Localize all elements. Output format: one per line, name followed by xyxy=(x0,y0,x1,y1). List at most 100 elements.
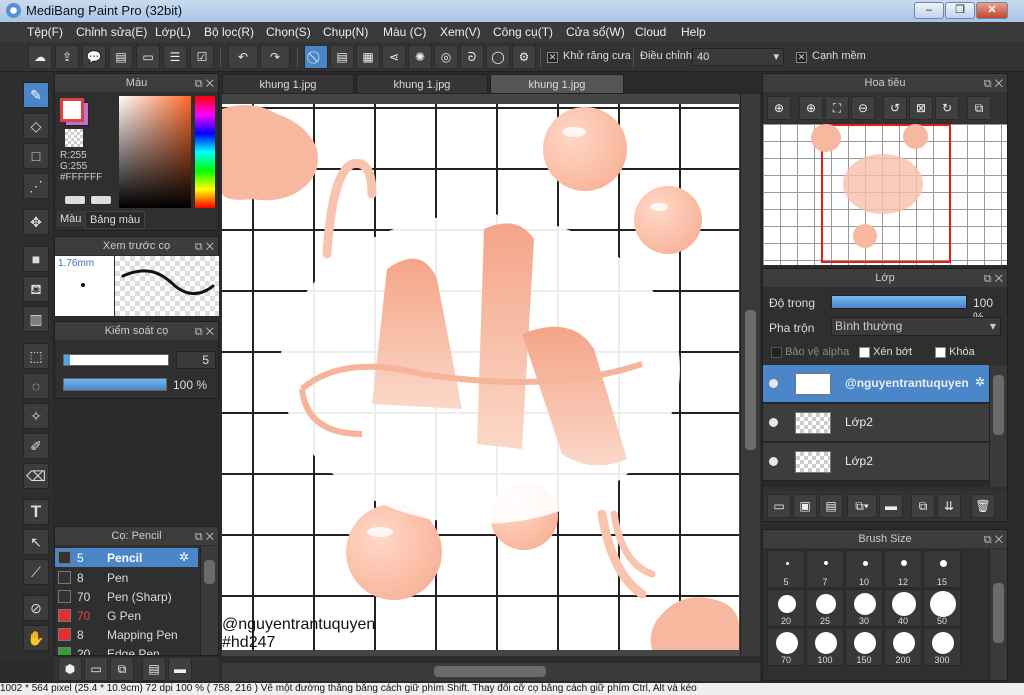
panel-controls-icon[interactable]: ⧉ ✕ xyxy=(984,531,1003,549)
text-tool-icon[interactable]: T xyxy=(23,499,49,525)
soften-checkbox[interactable]: ✕ xyxy=(796,52,807,63)
brush-size-slider[interactable] xyxy=(63,354,169,366)
brush-size-option[interactable]: 15 xyxy=(923,550,961,588)
scroll-thumb[interactable] xyxy=(204,560,215,584)
menu-snap[interactable]: Chụp(N) xyxy=(323,25,368,39)
brush-size-option[interactable]: 20 xyxy=(767,589,805,627)
undo-button[interactable]: ↶ xyxy=(228,45,258,69)
document-icon[interactable]: ▭ xyxy=(136,45,160,69)
snap-grid-button[interactable]: ▦ xyxy=(356,45,380,69)
merge-layer-icon[interactable]: ⇊ xyxy=(937,494,961,518)
visibility-eye-icon[interactable] xyxy=(769,418,778,427)
select-rect-tool-icon[interactable]: ⬚ xyxy=(23,343,49,369)
brush-item[interactable]: 70 G Pen xyxy=(55,606,198,625)
transparent-swatch[interactable] xyxy=(65,129,83,147)
dot-tool-icon[interactable]: ⋰ xyxy=(23,173,49,199)
close-button[interactable]: ✕ xyxy=(976,2,1008,19)
blend-mode-select[interactable]: Bình thường ▾ xyxy=(831,317,1001,336)
menu-layer[interactable]: Lớp(L) xyxy=(155,25,191,39)
brush-size-option[interactable]: 10 xyxy=(845,550,883,588)
new-brush-icon[interactable]: ▭ xyxy=(84,657,108,681)
lock-checkbox[interactable] xyxy=(935,346,946,358)
canvas-area[interactable]: @nguyentrantuquyen #hd247 xyxy=(222,94,760,656)
snap-radial-button[interactable]: ✺ xyxy=(408,45,432,69)
brush-size-option[interactable]: 100 xyxy=(806,628,844,666)
minimize-button[interactable]: – xyxy=(914,2,944,19)
menu-color[interactable]: Màu (C) xyxy=(383,25,426,39)
menu-edit[interactable]: Chỉnh sửa(E) xyxy=(76,25,147,39)
fit-icon[interactable]: ⛶ xyxy=(825,96,849,120)
canvas-horizontal-scrollbar[interactable] xyxy=(222,663,760,681)
brush-size-option[interactable]: 70 xyxy=(767,628,805,666)
menu-cloud[interactable]: Cloud xyxy=(635,25,666,39)
shape-tool-icon[interactable]: □ xyxy=(23,143,49,169)
brush-size-option[interactable]: 12 xyxy=(884,550,922,588)
move-tool-icon[interactable]: ✥ xyxy=(23,209,49,235)
layer-row[interactable]: Lớp2 xyxy=(763,443,989,481)
snap-settings-icon[interactable]: ⚙ xyxy=(512,45,536,69)
snap-perspective-button[interactable]: ⋖ xyxy=(382,45,406,69)
rotate-left-icon[interactable]: ↺ xyxy=(883,96,907,120)
brush-list-scrollbar[interactable] xyxy=(200,546,218,655)
snap-parallel-button[interactable]: ▤ xyxy=(330,45,354,69)
layer-row[interactable]: Lớp2 xyxy=(763,404,989,442)
tab-color[interactable]: Màu xyxy=(57,211,85,227)
folder-icon[interactable]: ▬ xyxy=(879,494,903,518)
clip-option[interactable]: Xén bớt xyxy=(859,346,912,358)
tab-palette[interactable]: Bảng màu xyxy=(85,211,146,229)
new-halftone-layer-icon[interactable]: ▣ xyxy=(793,494,817,518)
panel-controls-icon[interactable]: ⧉ ✕ xyxy=(195,75,214,93)
gear-icon[interactable]: ✲ xyxy=(975,375,985,389)
brush-size-option[interactable]: 300 xyxy=(923,628,961,666)
layer-list-scrollbar[interactable] xyxy=(989,365,1007,487)
fill-rect-tool-icon[interactable]: ■ xyxy=(23,246,49,272)
brush-size-option[interactable]: 50 xyxy=(923,589,961,627)
layer-row[interactable]: @nguyentrantuquyen ✲ xyxy=(763,365,989,403)
brush-size-option[interactable]: 150 xyxy=(845,628,883,666)
brush-settings-icon[interactable]: ▤ xyxy=(142,657,166,681)
panel-controls-icon[interactable]: ⧉ ✕ xyxy=(195,528,214,546)
hue-slider[interactable] xyxy=(195,96,215,208)
add-layer-menu-icon[interactable]: ⧉▾ xyxy=(847,494,877,518)
swap-colors-icon[interactable] xyxy=(65,196,85,204)
zoom-out-icon[interactable]: ⊖ xyxy=(851,96,875,120)
chat-icon[interactable]: ▤ xyxy=(109,45,133,69)
reset-colors-icon[interactable] xyxy=(91,196,111,204)
duplicate-layer-icon[interactable]: ⧉ xyxy=(911,494,935,518)
magic-wand-tool-icon[interactable]: ✧ xyxy=(23,403,49,429)
brush-size-option[interactable]: 25 xyxy=(806,589,844,627)
color-picker-field[interactable] xyxy=(119,96,191,208)
snap-curve-button[interactable]: ᘐ xyxy=(460,45,484,69)
text-grid-icon[interactable]: ☰ xyxy=(163,45,187,69)
primary-color-swatch[interactable] xyxy=(60,98,84,122)
snap-off-button[interactable]: ⃠ xyxy=(304,45,328,69)
select-pen-tool-icon[interactable]: ✐ xyxy=(23,433,49,459)
brush-opacity-slider[interactable] xyxy=(63,378,167,391)
maximize-button[interactable]: ❐ xyxy=(945,2,975,19)
scroll-thumb[interactable] xyxy=(434,666,546,677)
new-8bit-layer-icon[interactable]: ▤ xyxy=(819,494,843,518)
panel-controls-icon[interactable]: ⧉ ✕ xyxy=(195,323,214,341)
brush-size-option[interactable]: 7 xyxy=(806,550,844,588)
redo-button[interactable]: ↷ xyxy=(260,45,290,69)
add-brush-icon[interactable]: ⬢ xyxy=(58,657,82,681)
brush-size-option[interactable]: 5 xyxy=(767,550,805,588)
brush-item[interactable]: 5 Pencil ✲ xyxy=(55,548,198,567)
lasso-tool-icon[interactable]: ◌ xyxy=(23,373,49,399)
divide-tool-icon[interactable]: ⟋ xyxy=(23,559,49,585)
rotate-right-icon[interactable]: ↻ xyxy=(935,96,959,120)
canvas-vertical-scrollbar[interactable] xyxy=(740,94,760,656)
menu-select[interactable]: Chọn(S) xyxy=(266,25,311,39)
menu-tools[interactable]: Công cụ(T) xyxy=(493,25,553,39)
gear-icon[interactable]: ✲ xyxy=(179,550,189,564)
brush-size-option[interactable]: 200 xyxy=(884,628,922,666)
menu-filter[interactable]: Bộ lọc(R) xyxy=(204,25,254,39)
protect-alpha-checkbox[interactable] xyxy=(771,346,782,358)
new-layer-icon[interactable]: ▭ xyxy=(767,494,791,518)
canvas[interactable]: @nguyentrantuquyen #hd247 xyxy=(222,104,739,650)
navigator-preview[interactable] xyxy=(763,124,1007,265)
eraser-tool-icon[interactable]: ◇ xyxy=(23,113,49,139)
lock-option[interactable]: Khóa xyxy=(935,346,975,358)
brush-size-input[interactable]: 5 xyxy=(176,351,216,369)
checklist-icon[interactable]: ☑ xyxy=(190,45,214,69)
